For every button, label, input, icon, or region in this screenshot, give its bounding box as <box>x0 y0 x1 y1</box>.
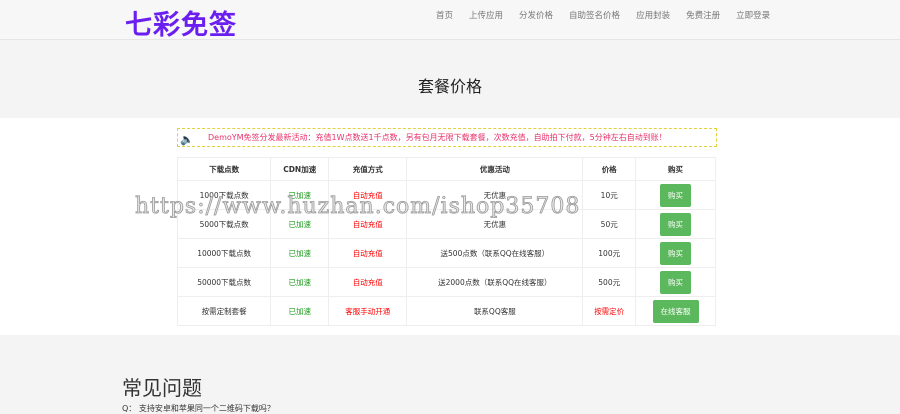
table-cell: 购买 <box>635 209 716 239</box>
notice-bar: 🔈 DemoYM免签分发最新活动：充值1W点数送1千点数，另有包月无限下载套餐，次… <box>177 128 717 147</box>
table-cell: 按需定制套餐 <box>176 296 272 326</box>
table-cell: 购买 <box>635 267 716 297</box>
table-cell: 在线客服 <box>635 296 716 326</box>
col-header: 优惠活动 <box>406 157 584 181</box>
table-cell: 已加速 <box>270 238 330 268</box>
table-cell: 送500点数（联系QQ在线客服） <box>406 238 584 268</box>
table-cell: 50元 <box>582 209 637 239</box>
table-cell: 10元 <box>582 180 637 210</box>
table-cell: 联系QQ客服 <box>406 296 584 326</box>
page-title: 套餐价格 <box>417 77 482 96</box>
table-cell: 送2000点数（联系QQ在线客服） <box>406 267 584 297</box>
notice-text: DemoYM免签分发最新活动：充值1W点数送1千点数，另有包月无限下载套餐，次数… <box>208 133 667 142</box>
nav-register[interactable]: 免费注册 <box>678 10 728 22</box>
table-cell: 50000下载点数 <box>176 267 272 297</box>
nav-pricing[interactable]: 分发价格 <box>511 10 561 22</box>
nav: 首页 上传应用 分发价格 自助签名价格 应用封装 免费注册 立即登录 <box>428 10 778 22</box>
table-cell: 1000下载点数 <box>176 180 272 210</box>
nav-wrap[interactable]: 应用封装 <box>628 10 678 22</box>
table-cell: 客服手动开通 <box>328 296 408 326</box>
pricing-section: 🔈 DemoYM免签分发最新活动：充值1W点数送1千点数，另有包月无限下载套餐，次… <box>0 118 900 335</box>
header: 七彩免签 首页 上传应用 分发价格 自助签名价格 应用封装 免费注册 立即登录 <box>0 0 900 42</box>
buy-button[interactable]: 购买 <box>660 183 692 207</box>
table-row: 按需定制套餐 已加速 客服手动开通 联系QQ客服 按需定价 在线客服 <box>176 296 716 326</box>
faq-title: 常见问题 <box>122 376 202 400</box>
speaker-icon: 🔈 <box>180 133 194 146</box>
table-cell: 无优惠 <box>406 209 584 239</box>
table-row: 5000下载点数 已加速 自动充值 无优惠 50元 购买 <box>176 209 716 239</box>
title-band: 套餐价格 <box>0 40 900 118</box>
buy-button[interactable]: 购买 <box>660 212 692 236</box>
table-cell: 500元 <box>582 267 637 297</box>
col-header: 价格 <box>582 157 637 181</box>
table-cell: 自动充值 <box>328 180 408 210</box>
table-cell: 购买 <box>635 238 716 268</box>
nav-sign-pricing[interactable]: 自助签名价格 <box>561 10 628 22</box>
faq-question[interactable]: Q： 支持安卓和苹果同一个二维码下载吗？ <box>122 403 275 414</box>
table-row: 1000下载点数 已加速 自动充值 无优惠 10元 购买 <box>176 180 716 210</box>
table-row: 50000下载点数 已加速 自动充值 送2000点数（联系QQ在线客服） 500元 购买 <box>176 267 716 297</box>
logo[interactable]: 七彩免签 <box>125 3 237 42</box>
table-cell: 已加速 <box>270 180 330 210</box>
table-cell: 100元 <box>582 238 637 268</box>
nav-upload[interactable]: 上传应用 <box>461 10 511 22</box>
table-header: 下载点数 CDN加速 充值方式 优惠活动 价格 购买 <box>176 157 716 181</box>
buy-button[interactable]: 购买 <box>660 241 692 265</box>
nav-home[interactable]: 首页 <box>428 10 461 22</box>
buy-button[interactable]: 购买 <box>660 270 692 294</box>
table-cell: 已加速 <box>270 209 330 239</box>
table-row: 10000下载点数 已加速 自动充值 送500点数（联系QQ在线客服） 100元 购买 <box>176 238 716 268</box>
table-cell: 10000下载点数 <box>176 238 272 268</box>
col-header: 充值方式 <box>328 157 408 181</box>
table-cell: 5000下载点数 <box>176 209 272 239</box>
col-header: CDN加速 <box>270 157 330 181</box>
table-cell: 已加速 <box>270 267 330 297</box>
online-service-button[interactable]: 在线客服 <box>652 299 699 323</box>
table-cell: 自动充值 <box>328 267 408 297</box>
table-cell: 自动充值 <box>328 209 408 239</box>
pricing-table: 下载点数 CDN加速 充值方式 优惠活动 价格 购买 1000下载点数 已加速 自动… <box>176 157 716 326</box>
table-cell: 购买 <box>635 180 716 210</box>
nav-login[interactable]: 立即登录 <box>728 10 778 22</box>
col-header: 购买 <box>635 157 716 181</box>
table-cell: 自动充值 <box>328 238 408 268</box>
table-cell: 按需定价 <box>582 296 637 326</box>
table-cell: 无优惠 <box>406 180 584 210</box>
table-cell: 已加速 <box>270 296 330 326</box>
col-header: 下载点数 <box>176 157 272 181</box>
